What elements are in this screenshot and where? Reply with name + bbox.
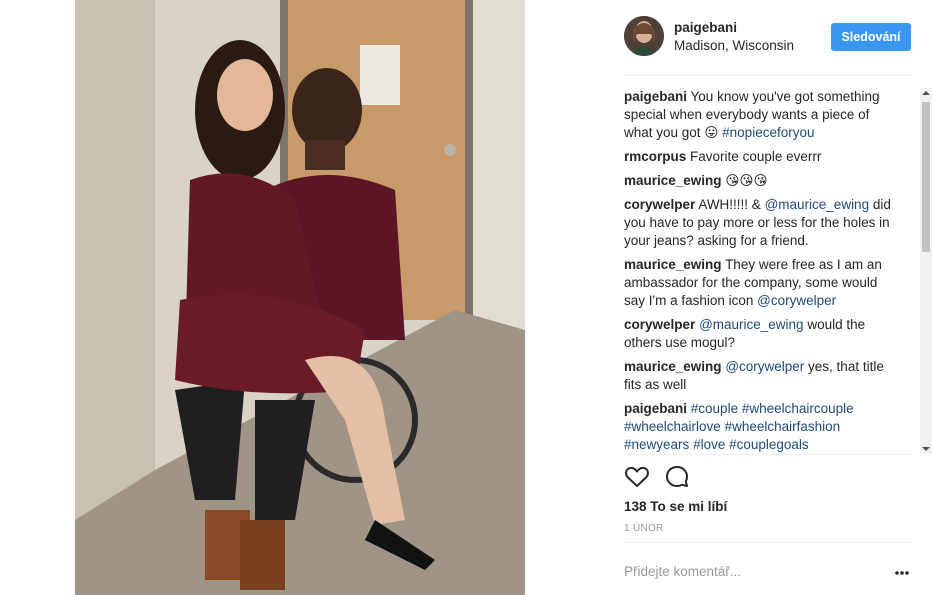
comment-username[interactable]: maurice_ewing (624, 257, 722, 272)
comment-username[interactable]: paigebani (624, 401, 687, 416)
comments-list[interactable]: paigebani You know you've got something … (624, 88, 920, 454)
heart-icon[interactable] (624, 464, 650, 490)
add-comment-input[interactable] (624, 564, 884, 579)
comment-bubble-icon[interactable] (664, 464, 690, 490)
avatar[interactable] (624, 16, 664, 56)
post-location[interactable]: Madison, Wisconsin (674, 38, 794, 53)
comment-username[interactable]: paigebani (624, 89, 687, 104)
comment-item: maurice_ewing They were free as I am an … (624, 256, 896, 310)
comments-divider (624, 454, 912, 455)
mention-link[interactable]: @maurice_ewing (765, 197, 870, 212)
hashtag-link[interactable]: #nopieceforyou (722, 125, 814, 140)
comment-text: AWH!!!!! & (698, 197, 765, 212)
more-dots-icon[interactable] (894, 566, 910, 580)
comments-scrollbar[interactable] (920, 88, 932, 454)
header-divider (624, 75, 912, 76)
comment-item: paigebani #couple #wheelchaircouple #whe… (624, 400, 896, 454)
comment-text: Favorite couple everrr (690, 149, 822, 164)
emoji: 😛 (704, 125, 719, 140)
comment-item: maurice_ewing @corywelper yes, that titl… (624, 358, 896, 394)
post-side-panel: paigebani Madison, Wisconsin Sledování p… (624, 0, 932, 595)
hashtag-link[interactable]: #wheelchairfashion (725, 419, 841, 434)
hashtag-link[interactable]: #newyears (624, 437, 689, 452)
comment-username[interactable]: corywelper (624, 197, 695, 212)
comment-item: paigebani You know you've got something … (624, 88, 896, 142)
emoji: 😘😘😘 (725, 173, 768, 188)
scrollbar-thumb[interactable] (922, 102, 930, 252)
comment-box-divider (624, 542, 912, 543)
post-photo[interactable] (75, 0, 525, 595)
mention-link[interactable]: @corywelper (725, 359, 804, 374)
scroll-down-arrow-icon[interactable] (922, 447, 930, 451)
comment-item: corywelper @maurice_ewing would the othe… (624, 316, 896, 352)
comment-username[interactable]: maurice_ewing (624, 173, 722, 188)
follow-button[interactable]: Sledování (831, 23, 911, 51)
comment-item: maurice_ewing 😘😘😘 (624, 172, 896, 190)
likes-count[interactable]: 138 To se mi líbí (624, 499, 727, 514)
hashtag-link[interactable]: #love (693, 437, 725, 452)
mention-link[interactable]: @corywelper (757, 293, 836, 308)
post-header: paigebani Madison, Wisconsin Sledování (624, 16, 912, 60)
hashtag-link[interactable]: #wheelchaircouple (742, 401, 854, 416)
comment-username[interactable]: maurice_ewing (624, 359, 722, 374)
post-author-username[interactable]: paigebani (674, 20, 737, 35)
mention-link[interactable]: @maurice_ewing (699, 317, 804, 332)
scroll-up-arrow-icon[interactable] (922, 91, 930, 95)
avatar-image (624, 16, 664, 56)
couple-photo-illustration (75, 0, 525, 595)
comment-username[interactable]: rmcorpus (624, 149, 686, 164)
comment-username[interactable]: corywelper (624, 317, 695, 332)
comment-item: rmcorpus Favorite couple everrr (624, 148, 896, 166)
hashtag-link[interactable]: #wheelchairlove (624, 419, 721, 434)
hashtag-link[interactable]: #couple (691, 401, 738, 416)
hashtag-link[interactable]: #couplegoals (729, 437, 809, 452)
comment-item: corywelper AWH!!!!! & @maurice_ewing did… (624, 196, 896, 250)
post-date[interactable]: 1 ÚNOR (624, 523, 664, 534)
add-comment-area (624, 564, 912, 582)
